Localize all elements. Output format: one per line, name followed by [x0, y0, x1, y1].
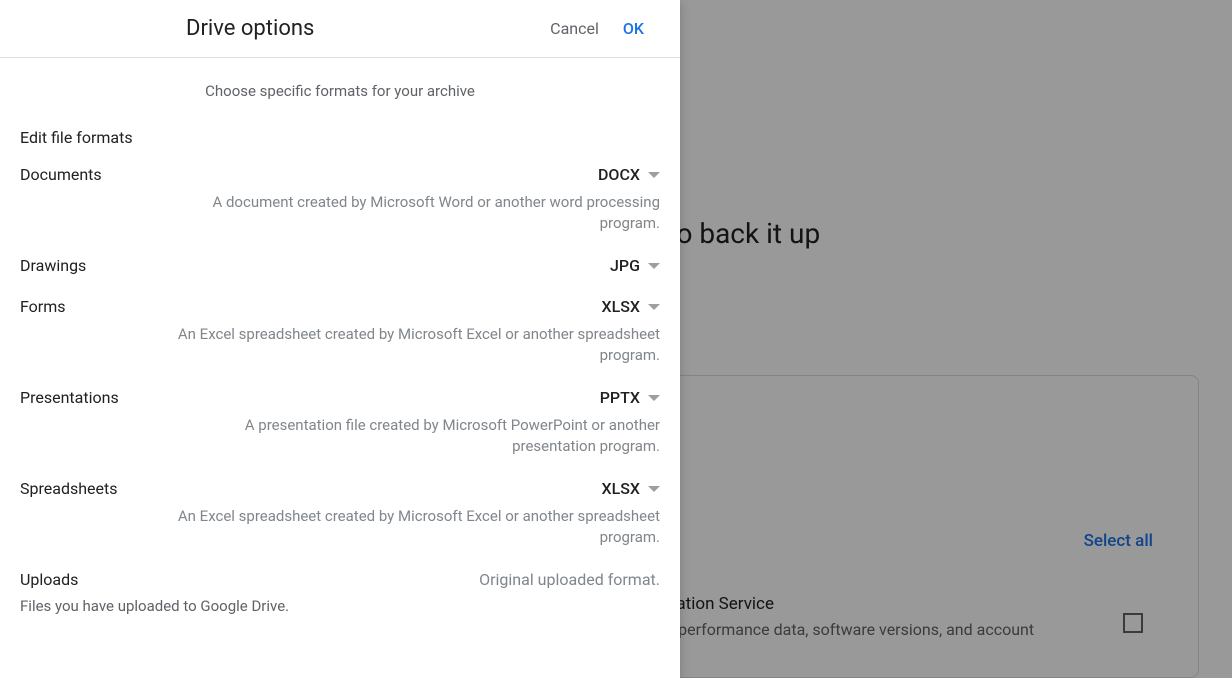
drawings-label: Drawings	[20, 256, 86, 275]
format-row-forms: Forms XLSX An Excel spreadsheet created …	[20, 297, 660, 366]
format-row-documents: Documents DOCX A document created by Mic…	[20, 165, 660, 234]
documents-label: Documents	[20, 165, 102, 184]
documents-desc: A document created by Microsoft Word or …	[20, 192, 660, 234]
presentations-desc: A presentation file created by Microsoft…	[20, 415, 660, 457]
spreadsheets-label: Spreadsheets	[20, 479, 118, 498]
chevron-down-icon	[648, 486, 660, 492]
format-row-drawings: Drawings JPG	[20, 256, 660, 275]
spreadsheets-dropdown[interactable]: XLSX	[601, 479, 660, 498]
forms-desc: An Excel spreadsheet created by Microsof…	[20, 324, 660, 366]
documents-value: DOCX	[598, 165, 640, 184]
format-row-presentations: Presentations PPTX A presentation file c…	[20, 388, 660, 457]
dialog-header: Drive options Cancel OK	[0, 0, 680, 58]
edit-file-formats-title: Edit file formats	[20, 128, 660, 147]
chevron-down-icon	[648, 304, 660, 310]
dialog-title: Drive options	[186, 16, 538, 41]
drawings-value: JPG	[610, 256, 640, 275]
format-row-spreadsheets: Spreadsheets XLSX An Excel spreadsheet c…	[20, 479, 660, 548]
choose-formats-text: Choose specific formats for your archive	[20, 82, 660, 100]
drive-options-dialog: Drive options Cancel OK Choose specific …	[0, 0, 680, 678]
uploads-desc: Files you have uploaded to Google Drive.	[20, 597, 660, 615]
forms-dropdown[interactable]: XLSX	[601, 297, 660, 316]
presentations-label: Presentations	[20, 388, 119, 407]
documents-dropdown[interactable]: DOCX	[598, 165, 660, 184]
chevron-down-icon	[648, 172, 660, 178]
format-row-uploads: Uploads Original uploaded format. Files …	[20, 570, 660, 615]
presentations-value: PPTX	[600, 388, 640, 407]
drawings-dropdown[interactable]: JPG	[610, 256, 660, 275]
cancel-button[interactable]: Cancel	[538, 11, 611, 46]
uploads-label: Uploads	[20, 570, 78, 589]
dialog-body: Choose specific formats for your archive…	[0, 58, 680, 657]
spreadsheets-value: XLSX	[601, 479, 640, 498]
chevron-down-icon	[648, 263, 660, 269]
forms-label: Forms	[20, 297, 66, 316]
uploads-value: Original uploaded format.	[479, 570, 660, 589]
chevron-down-icon	[648, 395, 660, 401]
forms-value: XLSX	[601, 297, 640, 316]
presentations-dropdown[interactable]: PPTX	[600, 388, 660, 407]
ok-button[interactable]: OK	[611, 11, 656, 46]
spreadsheets-desc: An Excel spreadsheet created by Microsof…	[20, 506, 660, 548]
